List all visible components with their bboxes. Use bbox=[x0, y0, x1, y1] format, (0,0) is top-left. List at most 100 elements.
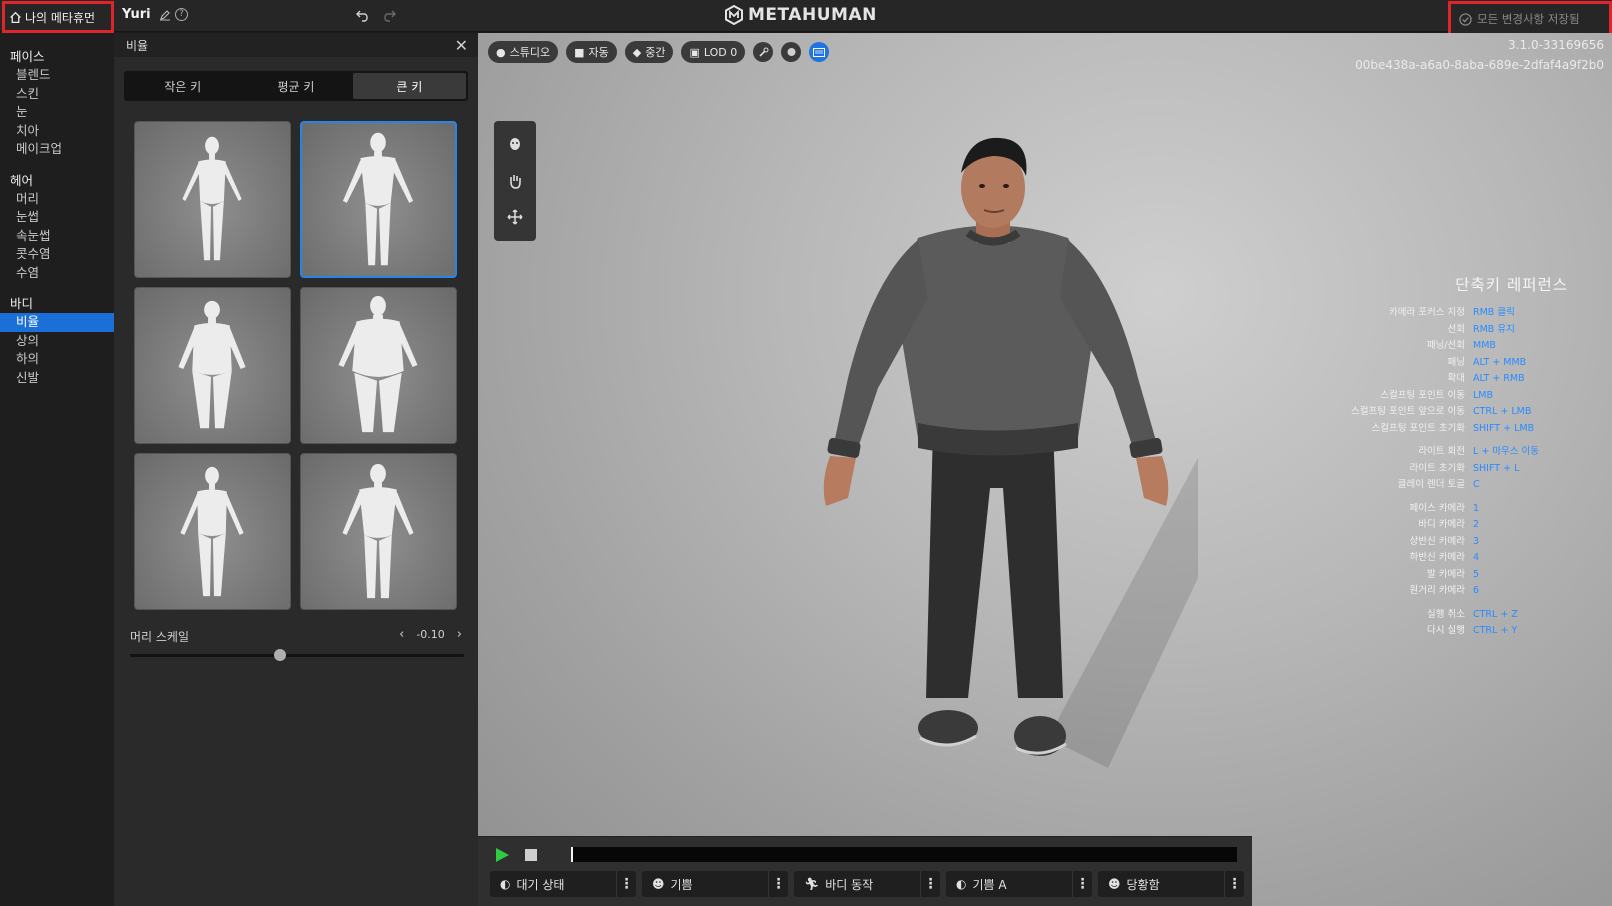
animation-happy-a-button[interactable]: ◐ 기쁨 A ⋮ bbox=[946, 871, 1092, 897]
body-figure-male-heavy bbox=[338, 295, 418, 433]
shortcut-row: 스컬프팅 포인트 초기화 SHIFT + LMB bbox=[1268, 421, 1608, 438]
shortcut-row: 스컬프팅 포인트 이동 LMB bbox=[1268, 388, 1608, 405]
lod-dropdown[interactable]: ▣ LOD 0 bbox=[681, 41, 746, 63]
shortcut-action: 바디 카메라 bbox=[1418, 519, 1465, 530]
body-preset-thumbnail[interactable] bbox=[300, 453, 457, 610]
body-figure-male-slim bbox=[342, 132, 414, 266]
nav-item-eyes[interactable]: 눈 bbox=[0, 103, 114, 122]
camera-dropdown[interactable]: ■ 자동 bbox=[566, 41, 617, 63]
animation-idle-button[interactable]: ◐ 대기 상태 ⋮ bbox=[490, 871, 636, 897]
chevron-right-icon[interactable]: › bbox=[457, 627, 462, 642]
keyboard-icon[interactable] bbox=[809, 42, 830, 62]
metahuman-character[interactable] bbox=[778, 128, 1198, 818]
play-icon[interactable] bbox=[494, 847, 510, 863]
body-preset-thumbnail[interactable] bbox=[300, 287, 457, 444]
shortcut-row: 패닝 ALT + MMB bbox=[1268, 355, 1608, 372]
undo-icon[interactable] bbox=[356, 8, 370, 22]
shortcut-key: CTRL + Z bbox=[1473, 608, 1518, 620]
more-options-icon[interactable]: ⋮ bbox=[768, 871, 788, 897]
left-navigation: 페이스 블렌드 스킨 눈 치아 메이크업 헤어 머리 눈썹 속눈썹 콧수염 수염… bbox=[0, 33, 114, 906]
shortcut-group-gap bbox=[1268, 437, 1608, 444]
slider-thumb[interactable] bbox=[274, 649, 287, 661]
shortcut-row: 원거리 카메라 6 bbox=[1268, 583, 1608, 600]
nav-item-shoes[interactable]: 신발 bbox=[0, 369, 114, 388]
close-icon[interactable]: ✕ bbox=[455, 36, 468, 55]
3d-viewport[interactable]: ● 스튜디오 ■ 자동 ◆ 중간 ▣ LOD 0 3.1.0-33169656 … bbox=[478, 33, 1612, 906]
nav-head-body[interactable]: 바디 bbox=[0, 294, 114, 313]
timeline-scrubber[interactable] bbox=[571, 847, 1237, 862]
wrench-icon[interactable] bbox=[753, 42, 774, 62]
hand-icon[interactable] bbox=[505, 171, 525, 191]
nav-item-mustache[interactable]: 콧수염 bbox=[0, 245, 114, 264]
shortcut-key: LMB bbox=[1473, 389, 1494, 401]
shortcut-action: 스컬프팅 포인트 이동 bbox=[1380, 389, 1465, 401]
redo-icon[interactable] bbox=[382, 8, 396, 22]
stop-icon[interactable] bbox=[525, 849, 537, 861]
help-icon[interactable]: ? bbox=[175, 8, 188, 21]
more-options-icon[interactable]: ⋮ bbox=[920, 871, 940, 897]
animation-label: 기쁨 A bbox=[972, 877, 1007, 892]
nav-item-tops[interactable]: 상의 bbox=[0, 332, 114, 351]
pencil-icon[interactable] bbox=[159, 9, 171, 21]
shortcut-key: C bbox=[1473, 479, 1480, 490]
animation-body-motion-button[interactable]: 🏃︎ 바디 동작 ⋮ bbox=[794, 871, 940, 897]
nav-head-face[interactable]: 페이스 bbox=[0, 47, 114, 66]
shortcut-row: 카메라 포커스 지정 RMB 클릭 bbox=[1268, 305, 1608, 322]
character-name: Yuri bbox=[122, 7, 151, 22]
move-icon[interactable] bbox=[505, 207, 525, 227]
slider-track[interactable] bbox=[130, 654, 464, 657]
lighting-dropdown[interactable]: ● 스튜디오 bbox=[488, 41, 559, 63]
shortcut-key: 6 bbox=[1473, 585, 1480, 596]
nav-item-head-hair[interactable]: 머리 bbox=[0, 190, 114, 209]
body-figure-female-average bbox=[180, 466, 244, 597]
tab-average[interactable]: 평균 키 bbox=[239, 73, 352, 99]
shortcut-key: 2 bbox=[1473, 519, 1480, 530]
body-preset-thumbnail[interactable] bbox=[134, 287, 291, 444]
shortcut-group-gap bbox=[1268, 494, 1608, 501]
more-options-icon[interactable]: ⋮ bbox=[1224, 871, 1244, 897]
shortcut-row: 선회 RMB 유지 bbox=[1268, 322, 1608, 339]
more-options-icon[interactable]: ⋮ bbox=[1072, 871, 1092, 897]
nav-item-makeup[interactable]: 메이크업 bbox=[0, 140, 114, 159]
chevron-left-icon[interactable]: ‹ bbox=[399, 627, 404, 642]
nav-item-blend[interactable]: 블렌드 bbox=[0, 66, 114, 85]
shortcut-row: 클레이 렌더 토글 C bbox=[1268, 477, 1608, 494]
video-camera-icon: ■ bbox=[574, 45, 585, 59]
nav-item-proportions[interactable]: 비율 bbox=[0, 313, 114, 332]
nav-item-beard[interactable]: 수염 bbox=[0, 264, 114, 283]
tab-tall[interactable]: 큰 키 bbox=[352, 73, 466, 99]
shortcut-key: 5 bbox=[1473, 568, 1480, 580]
animation-label: 당황함 bbox=[1126, 877, 1160, 892]
head-scale-value[interactable]: -0.10 bbox=[416, 628, 444, 641]
nav-item-skin[interactable]: 스킨 bbox=[0, 85, 114, 104]
shortcut-key: 1 bbox=[1473, 502, 1480, 514]
my-metahumans-button[interactable]: 나의 메타휴먼 bbox=[2, 1, 114, 33]
clay-render-icon[interactable] bbox=[781, 42, 802, 62]
height-tabs: 작은 키 평균 키 큰 키 bbox=[124, 71, 468, 101]
shortcut-action: 페이스 카메라 bbox=[1409, 502, 1465, 514]
nav-head-hair[interactable]: 헤어 bbox=[0, 171, 114, 190]
metahuman-logo-icon bbox=[725, 5, 743, 25]
more-options-icon[interactable]: ⋮ bbox=[616, 871, 636, 897]
nav-item-eyelashes[interactable]: 속눈썹 bbox=[0, 227, 114, 246]
shortcut-key: SHIFT + L bbox=[1473, 462, 1520, 474]
tab-short[interactable]: 작은 키 bbox=[126, 73, 239, 99]
nav-item-bottoms[interactable]: 하의 bbox=[0, 350, 114, 369]
shortcut-action: 원거리 카메라 bbox=[1409, 585, 1465, 596]
shortcut-action: 상반신 카메라 bbox=[1409, 535, 1465, 547]
body-preset-thumbnail[interactable] bbox=[134, 453, 291, 610]
body-preset-thumbnail[interactable] bbox=[134, 121, 291, 278]
camera-tools bbox=[494, 121, 536, 241]
nav-item-eyebrows[interactable]: 눈썹 bbox=[0, 208, 114, 227]
playhead[interactable] bbox=[571, 847, 573, 862]
shortcut-reference: 단축키 레퍼런스 카메라 포커스 지정 RMB 클릭 선회 RMB 유지 패닝/선회 MM… bbox=[1268, 273, 1608, 640]
face-camera-icon[interactable] bbox=[505, 135, 525, 155]
shortcut-action: 카메라 포커스 지정 bbox=[1389, 307, 1465, 318]
quality-dropdown[interactable]: ◆ 중간 bbox=[624, 41, 674, 63]
diamond-icon: ◆ bbox=[632, 45, 642, 59]
shortcut-list: 카메라 포커스 지정 RMB 클릭 선회 RMB 유지 패닝/선회 MMB 패닝 ALT + … bbox=[1268, 305, 1608, 640]
animation-happy-button[interactable]: ☻ 기쁨 ⋮ bbox=[642, 871, 788, 897]
nav-item-teeth[interactable]: 치아 bbox=[0, 122, 114, 141]
animation-embarrassed-button[interactable]: ☻ 당황함 ⋮ bbox=[1098, 871, 1244, 897]
body-preset-thumbnail-selected[interactable] bbox=[300, 121, 457, 278]
